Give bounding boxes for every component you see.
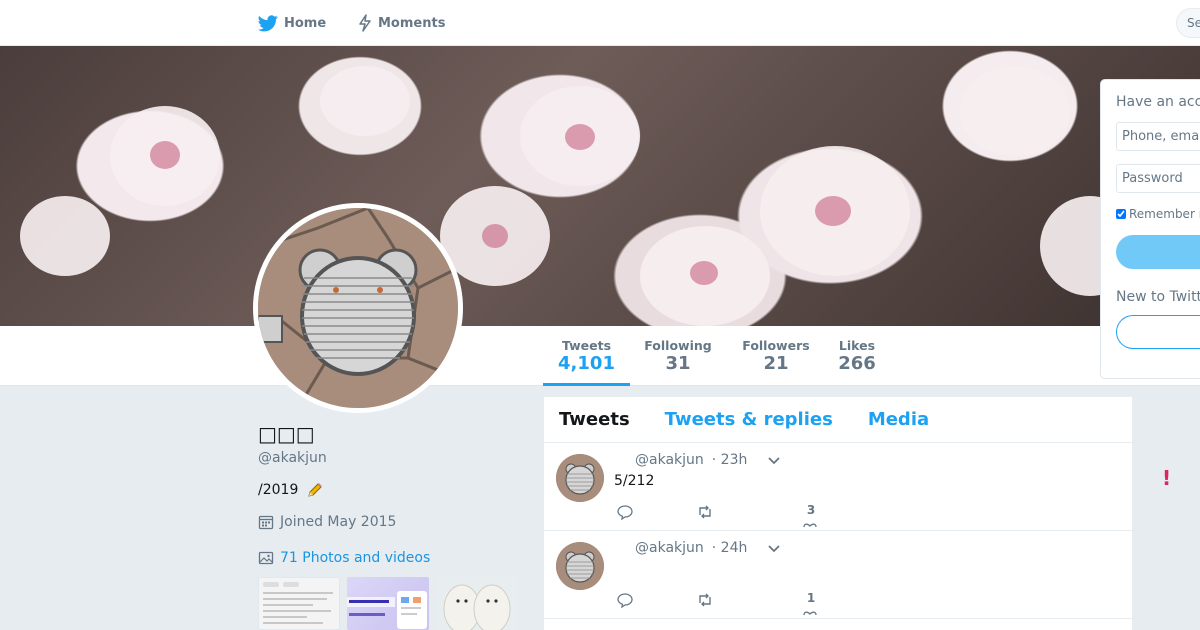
photos-videos-link[interactable]: 71 Photos and videos [258,550,430,566]
tab-media[interactable]: Media [868,409,929,430]
stat-following-label: Following [644,338,712,353]
tweet-avatar[interactable] [556,454,604,502]
reply-icon[interactable] [616,591,634,609]
login-title: Have an acc [1116,94,1200,110]
tweet-handle[interactable]: @akakjun [635,452,704,468]
stat-tweets-value: 4,101 [558,353,615,374]
tab-tweets-replies[interactable]: Tweets & replies [665,409,833,430]
profile-name: □□□ [258,422,315,446]
stat-likes-label: Likes [838,338,876,353]
nav-home[interactable]: Home [258,0,326,46]
tweet-meta: @akakjun · 23h [635,452,747,468]
tweet-handle[interactable]: @akakjun [635,540,704,556]
tweet-time[interactable]: · 23h [712,452,748,468]
top-nav: Home Moments Se [0,0,1200,46]
search-input[interactable]: Se [1176,8,1200,38]
chevron-down-icon[interactable] [766,452,782,468]
profile-handle[interactable]: @akakjun [258,450,327,466]
profile-banner [0,46,1200,326]
tweet-like-count: 3 [806,503,816,517]
joined-text: Joined May 2015 [280,514,397,530]
manhole-avatar-image [258,208,458,408]
heart-icon[interactable] [802,609,818,619]
tweet-meta: @akakjun · 24h [635,540,747,556]
photos-videos-label: 71 Photos and videos [280,550,431,566]
pencil-icon [308,483,323,497]
nav-moments[interactable]: Moments [358,0,445,46]
tweet-like-count: 1 [806,591,816,605]
remember-me[interactable]: Remember r [1116,207,1200,221]
tweet-time[interactable]: · 24h [712,540,748,556]
stat-likes[interactable]: Likes 266 [834,326,880,386]
tweet-item[interactable]: @akakjun · 24h 1 [544,531,1132,619]
alert-icon: ! [1162,466,1172,490]
photo-thumbnail[interactable] [436,577,518,630]
profile-joined: Joined May 2015 [258,514,396,530]
stat-followers-value: 21 [763,353,789,374]
tweet-avatar[interactable] [556,542,604,590]
stat-following-value: 31 [665,353,691,374]
lightning-icon [359,14,371,32]
password-field[interactable] [1116,164,1200,193]
stat-tweets[interactable]: Tweets 4,101 [543,326,630,386]
nav-home-label: Home [284,15,327,31]
remember-checkbox[interactable] [1116,209,1126,219]
login-button[interactable] [1116,235,1200,269]
new-to-twitter-label: New to Twitt [1116,289,1200,305]
profile-stats-bar: Tweets 4,101 Following 31 Followers 21 L… [0,326,1200,386]
heart-icon[interactable] [802,521,818,531]
reply-icon[interactable] [616,503,634,521]
retweet-icon[interactable] [696,591,714,609]
stat-followers-label: Followers [742,338,810,353]
timeline-tabs: Tweets Tweets & replies Media [544,397,1132,443]
image-icon [258,551,274,565]
calendar-icon [258,515,274,530]
tweet-item[interactable]: @akakjun · 23h 5/212 3 [544,443,1132,531]
signup-button[interactable] [1116,315,1200,349]
photo-thumbnail[interactable] [258,577,340,630]
photo-thumbnail[interactable] [347,577,429,630]
stat-following[interactable]: Following 31 [640,326,716,386]
stat-likes-value: 266 [838,353,876,374]
profile-avatar[interactable] [253,203,463,413]
chevron-down-icon[interactable] [766,540,782,556]
bio-text: /2019 [258,482,299,498]
retweet-icon[interactable] [696,503,714,521]
nav-moments-label: Moments [378,15,446,31]
phone-email-field[interactable] [1116,122,1200,151]
photo-thumbnails [258,577,518,630]
stat-followers[interactable]: Followers 21 [738,326,814,386]
twitter-bird-icon [258,14,278,31]
timeline: Tweets Tweets & replies Media @akakjun ·… [544,397,1132,630]
remember-label: Remember r [1129,207,1200,221]
profile-bio: /2019 [258,481,324,499]
stat-tweets-label: Tweets [561,338,612,353]
tab-tweets[interactable]: Tweets [559,409,630,430]
login-panel: Have an acc Remember r New to Twitt [1100,79,1200,379]
tweet-text: 5/212 [614,473,655,489]
